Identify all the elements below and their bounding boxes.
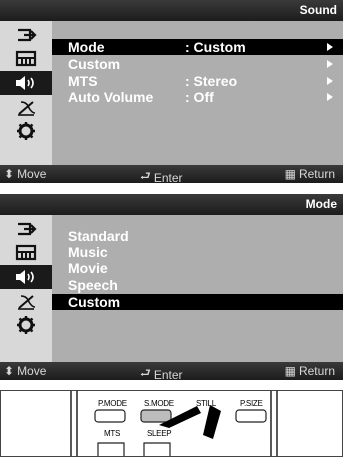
input-icon[interactable] [0,217,52,241]
mode-option-music[interactable]: Music [52,244,343,260]
menu-row-mts[interactable]: MTS : Stereo [52,73,343,89]
mode-menu-screen: Mode Standard Music Movie Speech Custom … [0,194,343,382]
picture-icon[interactable] [0,241,52,265]
menu-row-mode[interactable]: Mode : Custom [52,39,343,55]
enter-icon: ⮐ [140,169,151,183]
footer-enter: ⮐ Enter [140,364,183,385]
mode-menu-title: Mode [305,197,337,211]
sound-menu-list: Mode : Custom Custom MTS : Stereo Auto V… [52,21,343,165]
mode-menu-titlebar: Mode [0,194,343,215]
menu-row-auto-volume[interactable]: Auto Volume : Off [52,89,343,105]
channel-icon[interactable] [0,289,52,313]
remote-label-sleep: SLEEP [147,429,171,438]
arrow-right-icon [327,60,333,68]
remote-label-psize: P.SIZE [240,399,263,408]
mode-option-movie[interactable]: Movie [52,260,343,276]
mts-button [97,442,125,456]
remote-illustration: P.MODE S.MODE STILL P.SIZE MTS SLEEP [0,390,343,457]
footer-move: ⬍ Move [4,167,47,181]
sound-menu-titlebar: Sound [0,0,343,21]
return-icon: ▦ [284,167,296,181]
footer-return: ▦ Return [284,364,335,378]
mode-option-custom[interactable]: Custom [52,294,343,310]
remote-label-still: STILL [196,399,217,408]
remote-label-mts: MTS [104,429,120,438]
footer-enter: ⮐ Enter [140,167,183,188]
sound-icon[interactable] [0,71,52,95]
enter-icon: ⮐ [140,366,151,380]
setup-gear-icon[interactable] [0,313,52,337]
arrow-right-icon [327,43,333,51]
remote-control-drawing: P.MODE S.MODE STILL P.SIZE MTS SLEEP [70,391,278,456]
input-icon[interactable] [0,23,52,47]
setup-gear-icon[interactable] [0,119,52,143]
sound-menu-screen: Sound Mode: Custom Custom MTS: Stereo … [0,0,343,185]
mode-option-standard[interactable]: Standard [52,228,343,244]
sound-menu-title: Sound [299,3,337,17]
footer-move: ⬍ Move [4,364,47,378]
arrow-right-icon [327,77,333,85]
mode-menu-list: Standard Music Movie Speech Custom [52,215,343,362]
mode-option-speech[interactable]: Speech [52,277,343,293]
pmode-button [94,409,126,423]
pointer-stroke [203,405,221,439]
return-icon: ▦ [284,364,296,378]
updown-arrows-icon: ⬍ [4,364,15,378]
picture-icon[interactable] [0,47,52,71]
sound-menu-footer: ⬍ Move ⮐ Enter ▦ Return [0,165,343,185]
smode-button [140,409,172,423]
psize-button [235,409,267,423]
arrow-right-icon [327,93,333,101]
remote-label-smode: S.MODE [144,399,174,408]
remote-label-pmode: P.MODE [98,399,127,408]
mode-menu-sidebar [0,215,52,362]
sound-menu-sidebar [0,21,52,165]
sound-icon[interactable] [0,265,52,289]
mode-menu-footer: ⬍ Move ⮐ Enter ▦ Return [0,362,343,382]
channel-icon[interactable] [0,95,52,119]
updown-arrows-icon: ⬍ [4,167,15,181]
footer-return: ▦ Return [284,167,335,181]
menu-row-custom[interactable]: Custom [52,56,343,72]
sleep-button [143,442,171,456]
